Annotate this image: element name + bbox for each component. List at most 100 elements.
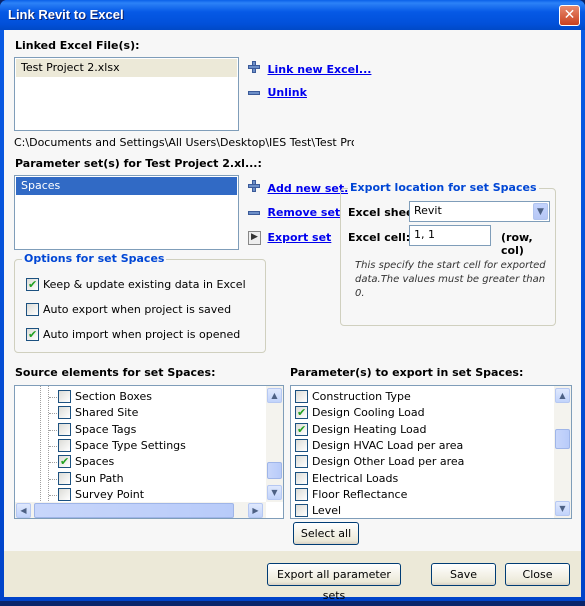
checkbox[interactable] — [26, 302, 39, 316]
scroll-up-icon[interactable]: ▲ — [555, 388, 570, 403]
close-window-button[interactable]: ✕ — [559, 5, 580, 26]
tree-item-label: Shared Site — [75, 406, 139, 420]
parameters-vertical-scrollbar[interactable]: ▲ ▼ — [554, 386, 571, 518]
scroll-right-icon[interactable]: ▶ — [248, 503, 263, 518]
option-label: Keep & update existing data in Excel — [43, 278, 246, 291]
source-vertical-scrollbar[interactable]: ▲ ▼ — [266, 386, 283, 502]
checkbox[interactable] — [58, 471, 71, 485]
scroll-down-icon[interactable]: ▼ — [267, 485, 282, 500]
remove-set-button[interactable]: Remove set — [248, 206, 340, 219]
parameter-item-label: Design Other Load per area — [312, 455, 465, 469]
options-title: Options for set Spaces — [22, 252, 167, 265]
list-item-label: Spaces — [21, 179, 61, 192]
checkbox[interactable] — [295, 438, 308, 452]
unlink-link[interactable]: Unlink — [268, 86, 307, 99]
link-new-excel-button[interactable]: Link new Excel... — [248, 61, 371, 76]
plus-icon — [248, 61, 260, 73]
plus-icon — [248, 180, 260, 192]
tree-item-label: Survey Point — [75, 487, 145, 501]
keep-update-option[interactable]: Keep & update existing data in Excel — [26, 277, 246, 293]
checkbox[interactable] — [295, 504, 308, 518]
dialog-body: Linked Excel File(s): Test Project 2.xls… — [4, 30, 581, 602]
parameter-sets-list[interactable]: Spaces — [14, 175, 239, 250]
linked-file-path: C:\Documents and Settings\All Users\Desk… — [14, 136, 354, 149]
export-location-note: This specify the start cell for exported… — [355, 260, 546, 299]
list-item[interactable]: Spaces — [16, 177, 237, 195]
auto-export-option[interactable]: Auto export when project is saved — [26, 302, 231, 318]
tree-item-label: Space Type Settings — [75, 438, 186, 452]
linked-files-list[interactable]: Test Project 2.xlsx — [14, 57, 239, 131]
export-location-groupbox: Export location for set Spaces Excel she… — [340, 181, 556, 326]
excel-cell-value: 1, 1 — [414, 228, 435, 241]
dialog-window: Link Revit to Excel ✕ Linked Excel File(… — [0, 0, 585, 602]
scroll-left-icon[interactable]: ◀ — [16, 503, 31, 518]
checkbox[interactable] — [58, 454, 71, 470]
checkbox[interactable] — [295, 390, 308, 403]
close-icon: ✕ — [563, 7, 576, 23]
scroll-up-icon[interactable]: ▲ — [267, 388, 282, 403]
options-groupbox: Options for set Spaces Keep & update exi… — [14, 252, 266, 353]
checkbox[interactable] — [26, 327, 39, 343]
remove-set-link[interactable]: Remove set — [268, 206, 341, 219]
export-set-button[interactable]: Export set — [248, 231, 331, 248]
list-item[interactable]: Test Project 2.xlsx — [16, 59, 237, 77]
export-icon — [248, 231, 261, 245]
minus-icon — [248, 211, 260, 215]
list-item-label: Test Project 2.xlsx — [21, 61, 120, 74]
tree-item-label: Space Tags — [75, 422, 137, 436]
checkbox[interactable] — [295, 471, 308, 485]
parameter-item-label: Electrical Loads — [312, 471, 399, 485]
tree-item-label: Spaces — [75, 455, 115, 469]
option-label: Auto export when project is saved — [43, 303, 232, 316]
close-button[interactable]: Close — [505, 563, 570, 586]
checkbox[interactable] — [295, 422, 308, 438]
checkbox[interactable] — [295, 405, 308, 421]
tree-line — [40, 386, 41, 503]
parameter-item-label: Design Cooling Load — [312, 406, 425, 420]
excel-sheet-select[interactable]: Revit ▼ — [409, 201, 550, 222]
excel-cell-input[interactable]: 1, 1 — [409, 225, 491, 246]
checkbox[interactable] — [58, 438, 71, 452]
checkbox[interactable] — [58, 390, 71, 403]
source-horizontal-scrollbar[interactable]: ◀ ▶ — [15, 502, 266, 518]
checkbox[interactable] — [295, 487, 308, 501]
checkbox[interactable] — [26, 277, 39, 293]
scroll-thumb[interactable] — [34, 503, 234, 518]
scroll-thumb[interactable] — [555, 429, 570, 449]
unlink-button[interactable]: Unlink — [248, 86, 307, 99]
select-all-button[interactable]: Select all — [293, 522, 359, 545]
parameter-item-label: Construction Type — [312, 390, 411, 403]
row-col-hint: (row, col) — [501, 231, 533, 257]
source-elements-label: Source elements for set Spaces: — [15, 366, 216, 379]
title-bar[interactable]: Link Revit to Excel ✕ — [0, 0, 585, 30]
linked-files-label: Linked Excel File(s): — [15, 39, 140, 52]
excel-cell-label: Excel cell: — [348, 231, 411, 244]
checkbox[interactable] — [58, 487, 71, 501]
checkbox[interactable] — [295, 455, 308, 469]
scroll-down-icon[interactable]: ▼ — [555, 501, 570, 516]
export-set-link[interactable]: Export set — [268, 231, 332, 244]
link-new-excel-link[interactable]: Link new Excel... — [268, 63, 372, 76]
source-elements-tree[interactable]: Section Boxes Shared Site Space Tags Space … — [14, 385, 284, 519]
export-all-button[interactable]: Export all parameter sets — [267, 563, 401, 602]
save-button[interactable]: Save — [431, 563, 496, 586]
window-title: Link Revit to Excel — [8, 7, 124, 22]
chevron-down-icon[interactable]: ▼ — [533, 203, 548, 220]
parameters-list[interactable]: Construction Type Design Cooling Load Desi… — [290, 385, 572, 519]
dialog-footer: Export all parameter sets Save Close — [4, 551, 581, 602]
tree-line — [48, 386, 49, 503]
auto-import-option[interactable]: Auto import when project is opened — [26, 327, 240, 343]
parameters-label: Parameter(s) to export in set Spaces: — [290, 366, 524, 379]
parameter-item-label: Design Heating Load — [312, 422, 427, 436]
parameter-item-label: Design HVAC Load per area — [312, 438, 464, 452]
option-label: Auto import when project is opened — [43, 328, 241, 341]
tree-item-label: Section Boxes — [75, 390, 152, 403]
parameter-sets-label: Parameter set(s) for Test Project 2.xl..… — [15, 157, 262, 170]
minus-icon — [248, 91, 260, 95]
export-location-title: Export location for set Spaces — [348, 181, 539, 194]
parameter-item-label: Floor Reflectance — [312, 487, 408, 501]
checkbox[interactable] — [58, 422, 71, 436]
checkbox[interactable] — [58, 406, 71, 420]
scroll-thumb[interactable] — [267, 462, 282, 479]
excel-sheet-value: Revit — [414, 204, 442, 217]
